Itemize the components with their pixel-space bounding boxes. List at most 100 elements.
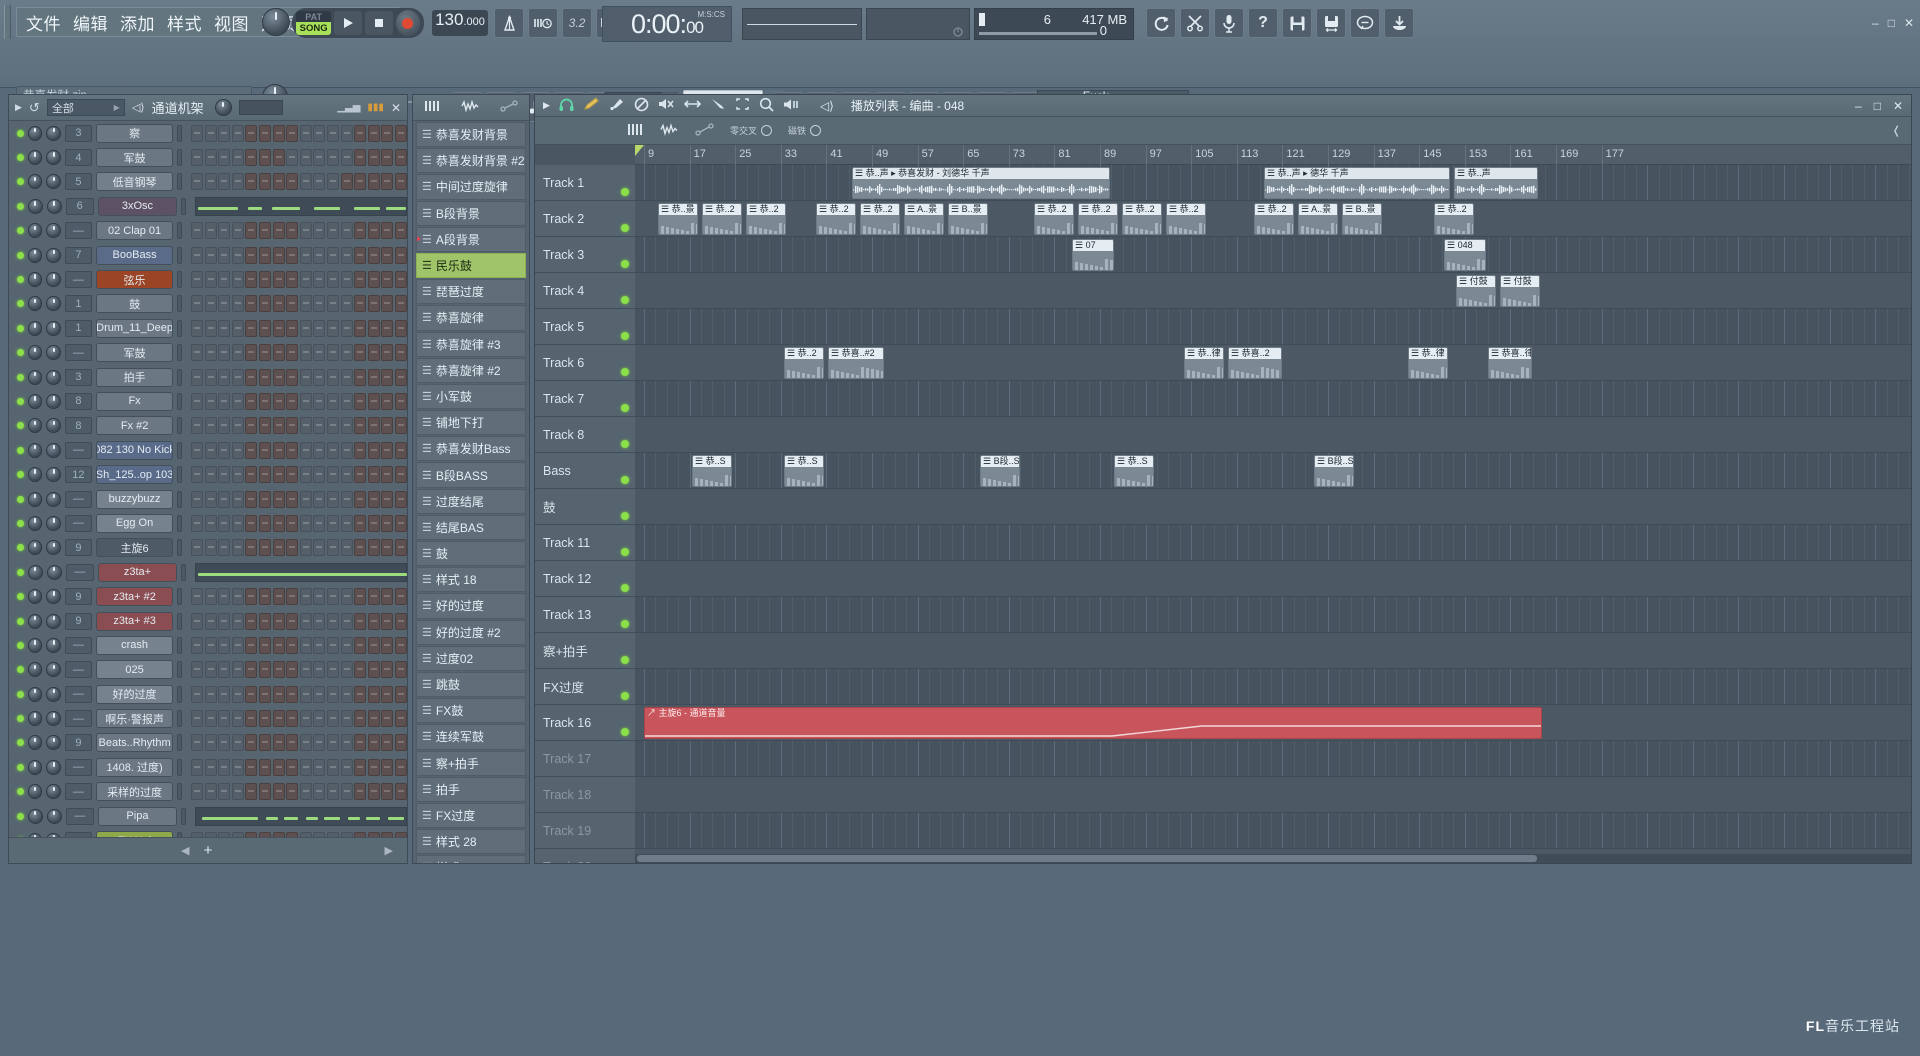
channel-enable-led[interactable] — [17, 324, 24, 332]
step-button[interactable] — [204, 588, 217, 606]
channel-filter-dropdown[interactable]: 全部 ▶ — [46, 99, 125, 116]
step-button[interactable] — [327, 173, 340, 191]
oscilloscope-panel[interactable] — [742, 8, 862, 40]
step-button[interactable] — [327, 734, 340, 752]
channel-volume-knob[interactable] — [46, 759, 61, 775]
step-button[interactable] — [354, 588, 367, 606]
step-button[interactable] — [354, 490, 367, 508]
channel-enable-led[interactable] — [17, 178, 24, 186]
step-button[interactable] — [340, 490, 353, 508]
step-button[interactable] — [299, 368, 312, 386]
step-button[interactable] — [218, 124, 231, 142]
step-button[interactable] — [313, 222, 326, 240]
playlist-track-header[interactable]: Track 17 — [535, 741, 635, 777]
step-button[interactable] — [395, 588, 407, 606]
playlist-automation-tab-icon[interactable] — [695, 122, 714, 139]
channel-pan-knob[interactable] — [27, 784, 43, 800]
playlist-clip[interactable]: ☰ 恭..2 — [1122, 203, 1162, 235]
channel-row[interactable]: — 军鼓 — [9, 341, 407, 365]
channel-name-button[interactable]: buzzybuzz — [95, 489, 174, 509]
pattern-list-item[interactable]: ☰ 恭喜旋律 #2 — [416, 357, 526, 383]
step-button[interactable] — [381, 490, 394, 508]
channel-mixer-slot[interactable]: — — [64, 222, 92, 240]
step-button[interactable] — [204, 466, 217, 484]
step-button[interactable] — [272, 783, 285, 801]
playlist-track-header[interactable]: Track 11 — [535, 525, 635, 561]
step-button[interactable] — [204, 149, 217, 167]
step-button[interactable] — [367, 661, 380, 679]
tempo-display[interactable]: 130 .000 — [432, 10, 488, 36]
mute-tool-icon[interactable] — [658, 97, 675, 114]
channel-name-button[interactable]: 02 Clap 01 — [95, 221, 174, 241]
track-enable-led[interactable] — [621, 476, 629, 484]
playlist-clip[interactable]: ☰ 恭..2 — [1254, 203, 1294, 235]
step-button[interactable] — [313, 344, 326, 362]
step-button[interactable] — [286, 466, 299, 484]
step-button[interactable] — [245, 661, 258, 679]
channel-name-button[interactable]: 3xOsc — [97, 196, 178, 216]
track-enable-led[interactable] — [621, 440, 629, 448]
playlist-lane[interactable] — [635, 669, 1911, 705]
step-button[interactable] — [191, 392, 204, 410]
channel-row[interactable]: — 采样的过度 — [9, 780, 407, 804]
channel-piano-strip[interactable] — [195, 562, 407, 582]
pattern-list-item[interactable]: ☰ 察+拍手 — [416, 750, 526, 776]
channel-enable-led[interactable] — [17, 276, 24, 284]
step-button[interactable] — [191, 636, 204, 654]
playlist-lane[interactable] — [635, 633, 1911, 669]
step-button[interactable] — [313, 685, 326, 703]
playlist-track-header[interactable]: Track 16 — [535, 705, 635, 741]
step-button[interactable] — [218, 661, 231, 679]
channel-volume-knob[interactable] — [46, 418, 61, 434]
channel-piano-strip[interactable] — [195, 806, 407, 826]
step-button[interactable] — [395, 173, 407, 191]
step-button[interactable] — [381, 295, 394, 313]
channel-name-button[interactable]: 察 — [95, 123, 174, 143]
step-sequence[interactable] — [191, 319, 407, 337]
step-button[interactable] — [299, 685, 312, 703]
playlist-lane[interactable] — [635, 561, 1911, 597]
step-button[interactable] — [259, 588, 272, 606]
step-button[interactable] — [354, 295, 367, 313]
step-button[interactable] — [395, 222, 407, 240]
step-button[interactable] — [218, 710, 231, 728]
step-button[interactable] — [286, 514, 299, 532]
channel-pan-knob[interactable] — [27, 369, 43, 385]
channel-pan-knob[interactable] — [27, 613, 43, 629]
step-button[interactable] — [204, 490, 217, 508]
channel-row[interactable]: 1鼓 — [9, 292, 407, 316]
channel-volume-knob[interactable] — [46, 174, 61, 190]
channel-pan-knob[interactable] — [27, 589, 43, 605]
step-button[interactable] — [286, 295, 299, 313]
step-button[interactable] — [204, 295, 217, 313]
step-button[interactable] — [354, 514, 367, 532]
step-button[interactable] — [395, 441, 407, 459]
step-button[interactable] — [218, 636, 231, 654]
step-button[interactable] — [245, 710, 258, 728]
channel-volume-knob[interactable] — [46, 784, 61, 800]
step-button[interactable] — [231, 588, 244, 606]
step-button[interactable] — [191, 441, 204, 459]
channel-name-button[interactable]: 弦乐 — [95, 270, 174, 290]
step-button[interactable] — [272, 466, 285, 484]
master-pitch-knob[interactable] — [262, 8, 290, 36]
step-button[interactable] — [191, 685, 204, 703]
pattern-list-item[interactable]: ☰ 恭喜发财Bass — [416, 436, 526, 462]
channel-mixer-slot[interactable]: 7 — [64, 246, 92, 264]
playlist-clip[interactable]: ☰ B..景 — [1342, 203, 1382, 235]
step-button[interactable] — [204, 612, 217, 630]
step-button[interactable] — [327, 539, 340, 557]
channel-row[interactable]: — 好的过度 — [9, 682, 407, 706]
step-button[interactable] — [204, 758, 217, 776]
wave-tab-icon[interactable] — [461, 99, 479, 115]
step-button[interactable] — [367, 758, 380, 776]
step-button[interactable] — [354, 417, 367, 435]
pattern-list-item[interactable]: ☰ 小军鼓 — [416, 383, 526, 410]
playlist-lane[interactable] — [635, 489, 1911, 525]
step-button[interactable] — [204, 246, 217, 264]
step-button[interactable] — [381, 124, 394, 142]
step-button[interactable] — [299, 710, 312, 728]
step-button[interactable] — [204, 344, 217, 362]
playlist-lane[interactable] — [635, 417, 1911, 453]
step-button[interactable] — [231, 319, 244, 337]
